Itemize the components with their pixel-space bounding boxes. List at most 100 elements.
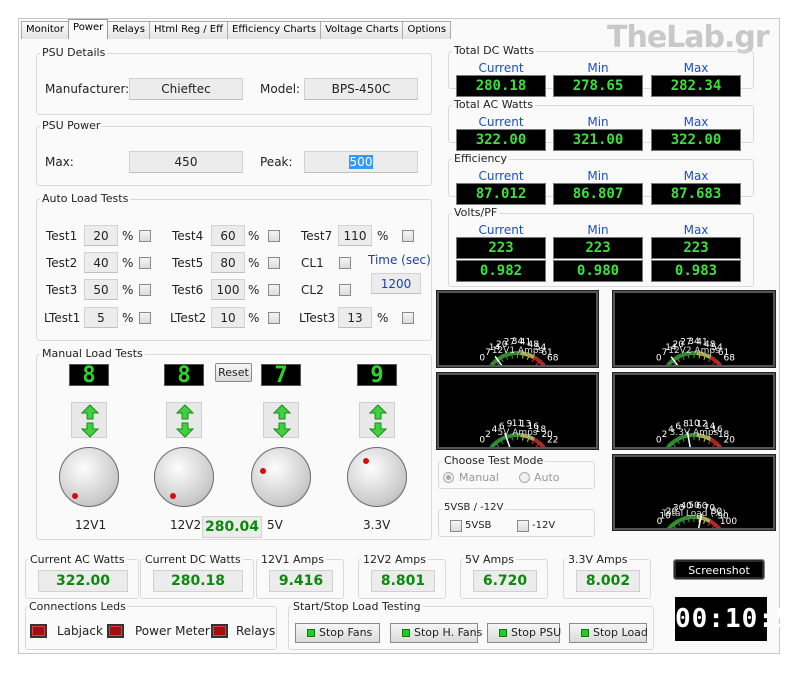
auto-test-checkbox[interactable] bbox=[268, 230, 280, 242]
tab-voltage-charts[interactable]: Voltage Charts bbox=[320, 21, 404, 39]
reset-button[interactable]: Reset bbox=[215, 363, 252, 382]
bottom-readout-value: 9.416 bbox=[269, 570, 333, 592]
manual-digit-display: 8 bbox=[164, 364, 204, 387]
stop-psu-label: Stop PSU bbox=[511, 626, 562, 639]
labjack-led bbox=[30, 624, 47, 638]
arrow-up-icon[interactable] bbox=[176, 404, 194, 420]
auto-test-checkbox[interactable] bbox=[402, 312, 414, 324]
meter-dial: 02 4 6 9 1113161820225V Amps bbox=[479, 419, 558, 447]
stop-fans-button[interactable]: Stop Fans bbox=[295, 623, 380, 643]
arrow-up-icon[interactable] bbox=[273, 404, 291, 420]
load-knob[interactable] bbox=[154, 447, 214, 507]
arrow-down-icon[interactable] bbox=[273, 422, 291, 438]
auto-test-checkbox[interactable] bbox=[139, 230, 151, 242]
tab-options[interactable]: Options bbox=[402, 21, 452, 39]
manual-digit-display: 8 bbox=[69, 364, 109, 387]
bottom-readout-value: 8.801 bbox=[371, 570, 435, 592]
auto-test-value[interactable]: 50 bbox=[84, 279, 118, 300]
load-knob[interactable] bbox=[347, 447, 407, 507]
pf-value: 0.983 bbox=[651, 260, 741, 282]
bottom-readout-label: 12V1 Amps bbox=[259, 553, 326, 566]
meter-label: Total Load (%) bbox=[661, 509, 726, 519]
reading-value: 223 bbox=[456, 237, 546, 259]
relays-led bbox=[211, 624, 228, 638]
auto-load-title: Auto Load Tests bbox=[40, 192, 131, 205]
reading-column-header: Min bbox=[587, 61, 609, 75]
auto-radio[interactable] bbox=[519, 472, 530, 483]
peak-label: Peak: bbox=[260, 155, 293, 169]
meter-tick-label: 68 bbox=[547, 353, 559, 363]
stop-fans-led-icon bbox=[307, 629, 315, 637]
auto-radio-label: Auto bbox=[534, 471, 560, 484]
reading-column-header: Current bbox=[478, 169, 524, 183]
load-knob[interactable] bbox=[251, 447, 311, 507]
analog-meter: 0 2 4 6 8 10 12 14 16 18 20 3.3V Amps bbox=[612, 372, 776, 450]
stop-load-button[interactable]: Stop Load bbox=[569, 623, 648, 643]
auto-test-checkbox[interactable] bbox=[139, 257, 151, 269]
arrow-down-icon[interactable] bbox=[176, 422, 194, 438]
auto-test-checkbox[interactable] bbox=[139, 284, 151, 296]
reading-value: 322.00 bbox=[651, 129, 741, 151]
meter-label: 12V2 Amps bbox=[668, 346, 720, 356]
stop-fans-label: Stop Fans bbox=[319, 626, 373, 639]
auto-test-label: LTest1 bbox=[44, 311, 81, 325]
load-knob[interactable] bbox=[59, 447, 119, 507]
meter-tick-label: 68 bbox=[724, 353, 736, 363]
analog-meter: 0 7 14 20 27 34 41 48 54 61 68 12V1 Amps bbox=[436, 290, 599, 368]
percent-label: % bbox=[248, 256, 260, 270]
meter-tick-label: 2 bbox=[662, 430, 668, 440]
manufacturer-field[interactable]: Chieftec bbox=[129, 78, 243, 100]
reading-column-header: Current bbox=[478, 61, 524, 75]
auto-test-checkbox[interactable] bbox=[339, 284, 351, 296]
auto-test-value[interactable]: 5 bbox=[84, 307, 118, 328]
manual-channel-label: 5V bbox=[267, 518, 283, 532]
test-mode-title: Choose Test Mode bbox=[442, 454, 546, 467]
auto-test-checkbox[interactable] bbox=[268, 284, 280, 296]
bottom-readout-value: 6.720 bbox=[473, 570, 537, 592]
arrow-up-icon[interactable] bbox=[369, 404, 387, 420]
auto-test-checkbox[interactable] bbox=[402, 230, 414, 242]
time-field[interactable]: 1200 bbox=[371, 273, 421, 294]
peak-field[interactable]: 500 bbox=[304, 151, 418, 173]
tab-html-reg-eff[interactable]: Html Reg / Eff bbox=[148, 21, 229, 39]
screenshot-button[interactable]: Screenshot bbox=[673, 559, 765, 580]
reading-value: 87.012 bbox=[456, 183, 546, 205]
tab-power[interactable]: Power bbox=[68, 19, 109, 39]
bottom-readout-label: Current AC Watts bbox=[28, 553, 127, 566]
arrow-down-icon[interactable] bbox=[81, 422, 99, 438]
auto-test-value[interactable]: 20 bbox=[84, 225, 118, 246]
reading-value: 280.18 bbox=[456, 75, 546, 97]
max-field[interactable]: 450 bbox=[129, 151, 243, 173]
auto-test-value[interactable]: 80 bbox=[211, 252, 245, 273]
logo: TheLab.gr bbox=[607, 20, 770, 55]
meter-tick-label: 22 bbox=[547, 435, 558, 445]
manual-radio[interactable] bbox=[443, 472, 454, 483]
tab-efficiency-charts[interactable]: Efficiency Charts bbox=[227, 21, 322, 39]
auto-test-label: CL1 bbox=[301, 256, 324, 270]
5vsb-checkbox[interactable] bbox=[450, 520, 462, 532]
model-field[interactable]: BPS-450C bbox=[304, 78, 418, 100]
tab-relays[interactable]: Relays bbox=[107, 21, 150, 39]
auto-test-value[interactable]: 100 bbox=[211, 279, 245, 300]
auto-test-checkbox[interactable] bbox=[268, 312, 280, 324]
auto-test-value[interactable]: 10 bbox=[211, 307, 245, 328]
auto-test-value[interactable]: 13 bbox=[338, 307, 372, 328]
arrow-down-icon[interactable] bbox=[369, 422, 387, 438]
minus12v-checkbox[interactable] bbox=[517, 520, 529, 532]
auto-test-value[interactable]: 40 bbox=[84, 252, 118, 273]
auto-test-value[interactable]: 110 bbox=[338, 225, 372, 246]
tab-monitor[interactable]: Monitor bbox=[21, 21, 70, 39]
auto-test-checkbox[interactable] bbox=[339, 257, 351, 269]
reading-column-header: Current bbox=[478, 115, 524, 129]
auto-test-label: Test2 bbox=[46, 256, 78, 270]
arrow-up-icon[interactable] bbox=[81, 404, 99, 420]
meter-label: 5V Amps bbox=[497, 428, 537, 438]
meter-tick-label: 2 bbox=[485, 430, 491, 440]
auto-test-value[interactable]: 60 bbox=[211, 225, 245, 246]
stop-h-fans-button[interactable]: Stop H. Fans bbox=[390, 623, 482, 643]
leds-title: Connections Leds bbox=[27, 600, 128, 613]
auto-test-checkbox[interactable] bbox=[268, 257, 280, 269]
stop-psu-button[interactable]: Stop PSU bbox=[487, 623, 562, 643]
psu-details-title: PSU Details bbox=[40, 46, 108, 59]
auto-test-checkbox[interactable] bbox=[139, 312, 151, 324]
